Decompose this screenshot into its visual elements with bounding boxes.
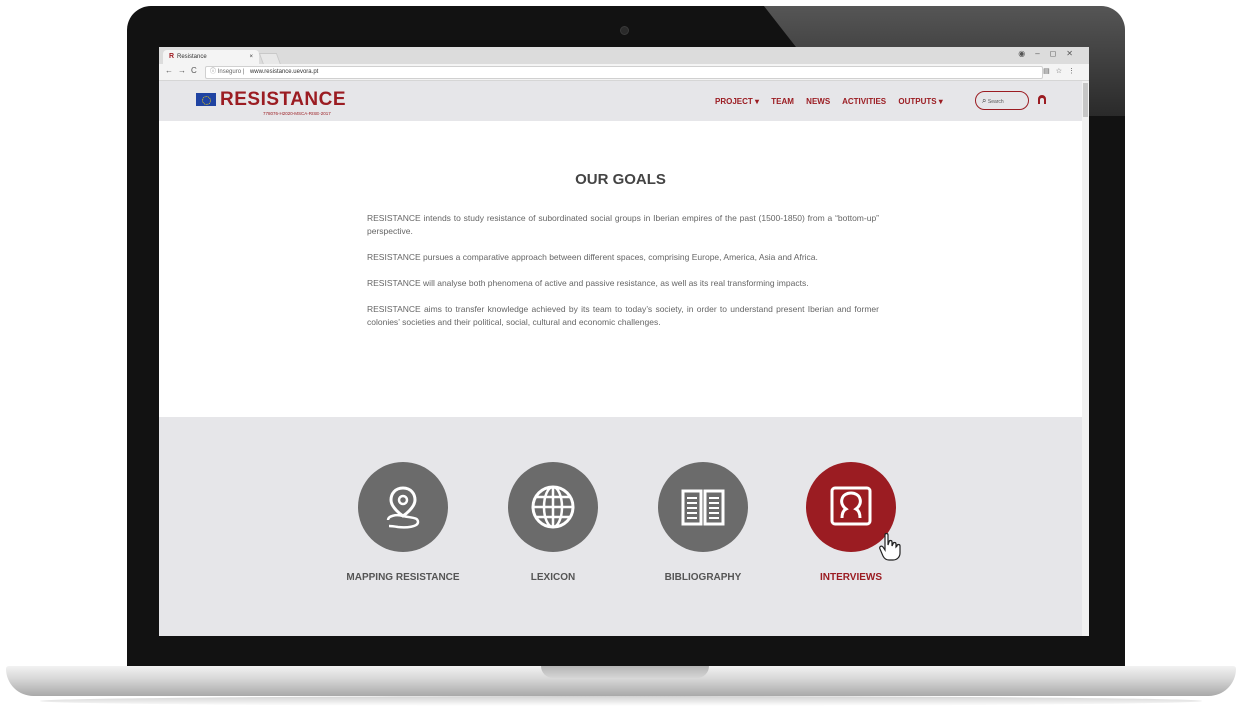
goal-paragraph: RESISTANCE will analyse both phenomena o…: [367, 278, 809, 288]
forward-icon[interactable]: →: [178, 66, 191, 75]
main-nav: PROJECT ▾ TEAM NEWS ACTIVITIES OUTPUTS ▾: [715, 97, 953, 106]
feature-tiles: MAPPING RESISTANCE LEXICON BIBLIOGRAPHY …: [159, 417, 1082, 636]
address-bar[interactable]: ⓘ Inseguro | www.resistance.uevora.pt: [205, 66, 1043, 79]
window-controls: ◉–◻✕: [1018, 49, 1083, 58]
profile-icon[interactable]: ◉: [1018, 49, 1035, 58]
goal-paragraph: RESISTANCE pursues a comparative approac…: [367, 252, 818, 262]
hand-cursor-icon: [879, 533, 901, 561]
tile-label[interactable]: INTERVIEWS: [776, 572, 926, 583]
maximize-icon[interactable]: ◻: [1050, 49, 1067, 58]
tile-lexicon[interactable]: LEXICON: [478, 462, 628, 583]
close-window-icon[interactable]: ✕: [1066, 49, 1083, 58]
tile-label[interactable]: LEXICON: [478, 572, 628, 583]
goal-paragraph: RESISTANCE aims to transfer knowledge ac…: [367, 304, 879, 327]
interview-icon: [830, 486, 872, 526]
eu-flag-icon: [196, 93, 216, 106]
tile-interviews[interactable]: INTERVIEWS: [776, 462, 926, 583]
toolbar-icons: ▤☆⋮: [1043, 67, 1081, 75]
tile-bibliography[interactable]: BIBLIOGRAPHY: [628, 462, 778, 583]
goals-text: RESISTANCE intends to study resistance o…: [367, 212, 879, 342]
info-icon[interactable]: ⓘ: [210, 69, 216, 75]
address-separator: |: [242, 69, 245, 75]
laptop-screen: R Resistance × ◉–◻✕ ←→C ⓘ Inseguro | www…: [159, 47, 1089, 636]
logo-text: RESISTANCE: [220, 89, 347, 110]
browser-toolbar: ←→C ⓘ Inseguro | www.resistance.uevora.p…: [159, 64, 1089, 81]
url-text: www.resistance.uevora.pt: [249, 69, 319, 75]
tile-mapping-resistance[interactable]: MAPPING RESISTANCE: [328, 462, 478, 583]
star-icon[interactable]: ☆: [1056, 68, 1068, 75]
menu-dots-icon[interactable]: ⋮: [1068, 68, 1081, 75]
browser-tab[interactable]: R Resistance ×: [163, 50, 259, 64]
webcam-icon: [620, 26, 629, 35]
page-scrollbar[interactable]: [1082, 81, 1089, 636]
laptop-shadow: [40, 696, 1202, 706]
scrollbar-thumb[interactable]: [1083, 83, 1088, 117]
map-pin-icon: [386, 486, 420, 529]
browser-tab-strip: R Resistance × ◉–◻✕: [159, 47, 1089, 65]
site-header: RESISTANCE 778076-H2020-MSCA-RISE-2017 P…: [159, 81, 1082, 121]
goal-paragraph: RESISTANCE intends to study resistance o…: [367, 213, 879, 236]
browser-nav-buttons: ←→C: [165, 66, 202, 75]
tab-close-icon[interactable]: ×: [249, 50, 253, 64]
grant-number: 778076-H2020-MSCA-RISE-2017: [263, 111, 331, 116]
search-icon: ⌕: [982, 96, 987, 105]
nav-outputs[interactable]: OUTPUTS ▾: [898, 97, 942, 106]
search-input[interactable]: ⌕ Search: [975, 91, 1029, 110]
tile-circle[interactable]: [508, 462, 598, 552]
tile-circle[interactable]: [358, 462, 448, 552]
security-label: Inseguro: [217, 69, 242, 75]
page-title: OUR GOALS: [575, 171, 666, 188]
search-placeholder: Search: [987, 99, 1004, 105]
site-favicon: R: [169, 53, 175, 60]
minimize-icon[interactable]: –: [1035, 49, 1049, 58]
back-icon[interactable]: ←: [165, 66, 178, 75]
tile-label[interactable]: MAPPING RESISTANCE: [328, 572, 478, 583]
nav-news[interactable]: NEWS: [806, 97, 830, 106]
reload-icon[interactable]: C: [191, 66, 202, 75]
book-icon: [681, 489, 725, 526]
tile-label[interactable]: BIBLIOGRAPHY: [628, 572, 778, 583]
tile-circle[interactable]: [658, 462, 748, 552]
nav-project[interactable]: PROJECT ▾: [715, 97, 759, 106]
nav-activities[interactable]: ACTIVITIES: [842, 97, 886, 106]
globe-icon: [531, 485, 575, 529]
laptop-notch: [541, 666, 709, 678]
user-icon[interactable]: [1037, 94, 1047, 104]
tab-title: Resistance: [177, 54, 207, 60]
translate-icon[interactable]: ▤: [1043, 68, 1056, 75]
nav-team[interactable]: TEAM: [771, 97, 794, 106]
